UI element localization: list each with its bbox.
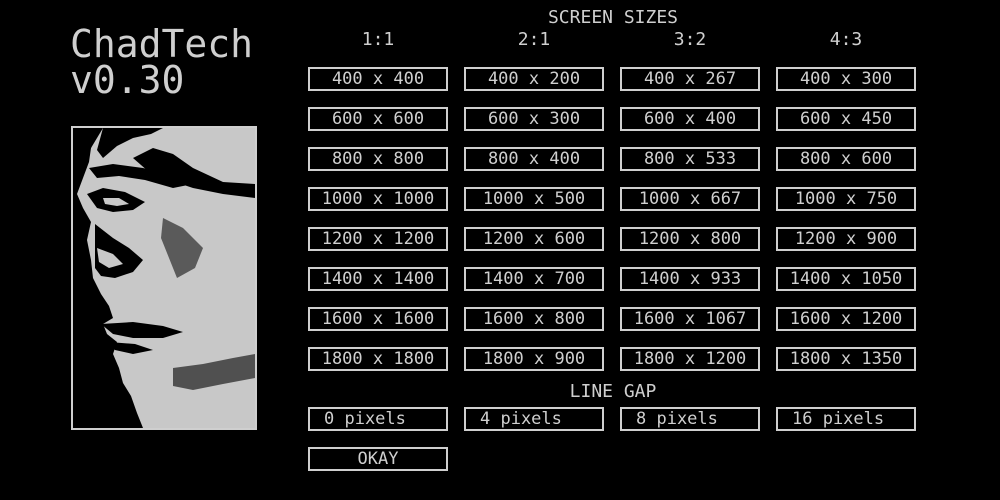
screen-size-button[interactable]: 1200 x 900 [776, 227, 916, 251]
portrait-image [71, 126, 257, 430]
screen-size-button[interactable]: 1600 x 800 [464, 307, 604, 331]
screen-size-button[interactable]: 1000 x 500 [464, 187, 604, 211]
line-gap-heading: LINE GAP [569, 381, 657, 402]
screen-size-button[interactable]: 1000 x 667 [620, 187, 760, 211]
screen-size-button[interactable]: 600 x 400 [620, 107, 760, 131]
screen-size-button[interactable]: 800 x 533 [620, 147, 760, 171]
screen-size-grid: 400 x 400 400 x 200 400 x 267 400 x 300 … [308, 67, 916, 371]
screen-size-button[interactable]: 800 x 800 [308, 147, 448, 171]
line-gap-options: 0 pixels 4 pixels 8 pixels 16 pixels [308, 407, 916, 431]
screen-size-button[interactable]: 1400 x 933 [620, 267, 760, 291]
screen-size-button[interactable]: 400 x 300 [776, 67, 916, 91]
screen-size-button[interactable]: 800 x 400 [464, 147, 604, 171]
screen-size-button[interactable]: 1400 x 1050 [776, 267, 916, 291]
screen-size-button[interactable]: 400 x 267 [620, 67, 760, 91]
screen-size-button[interactable]: 600 x 600 [308, 107, 448, 131]
screen-size-button[interactable]: 600 x 450 [776, 107, 916, 131]
screen-size-button[interactable]: 1200 x 800 [620, 227, 760, 251]
app-title: ChadTech v0.30 [70, 22, 254, 102]
app-name: ChadTech [70, 22, 254, 66]
ratio-header-2-1: 2:1 [517, 29, 551, 50]
ratio-header-4-3: 4:3 [829, 29, 863, 50]
ratio-header-1-1: 1:1 [361, 29, 395, 50]
line-gap-8-button[interactable]: 8 pixels [620, 407, 760, 431]
screen-size-button[interactable]: 400 x 200 [464, 67, 604, 91]
screen-size-button[interactable]: 1000 x 750 [776, 187, 916, 211]
screen-size-button[interactable]: 600 x 300 [464, 107, 604, 131]
screen-size-button[interactable]: 1400 x 1400 [308, 267, 448, 291]
ratio-header-3-2: 3:2 [673, 29, 707, 50]
okay-button[interactable]: OKAY [308, 447, 448, 471]
screen-size-button[interactable]: 1600 x 1200 [776, 307, 916, 331]
line-gap-4-button[interactable]: 4 pixels [464, 407, 604, 431]
screen-size-button[interactable]: 1600 x 1067 [620, 307, 760, 331]
screen-size-button[interactable]: 1800 x 1200 [620, 347, 760, 371]
screen-size-button[interactable]: 1000 x 1000 [308, 187, 448, 211]
line-gap-16-button[interactable]: 16 pixels [776, 407, 916, 431]
screen-size-button[interactable]: 800 x 600 [776, 147, 916, 171]
screen-size-button[interactable]: 400 x 400 [308, 67, 448, 91]
face-portrait-icon [73, 128, 255, 428]
screen-sizes-heading: SCREEN SIZES [547, 7, 679, 28]
screen-size-button[interactable]: 1800 x 1350 [776, 347, 916, 371]
screen-size-button[interactable]: 1800 x 1800 [308, 347, 448, 371]
line-gap-0-button[interactable]: 0 pixels [308, 407, 448, 431]
app-version: v0.30 [70, 58, 185, 102]
screen-size-button[interactable]: 1600 x 1600 [308, 307, 448, 331]
screen-size-button[interactable]: 1200 x 1200 [308, 227, 448, 251]
screen-size-button[interactable]: 1800 x 900 [464, 347, 604, 371]
screen-size-button[interactable]: 1400 x 700 [464, 267, 604, 291]
screen-size-button[interactable]: 1200 x 600 [464, 227, 604, 251]
